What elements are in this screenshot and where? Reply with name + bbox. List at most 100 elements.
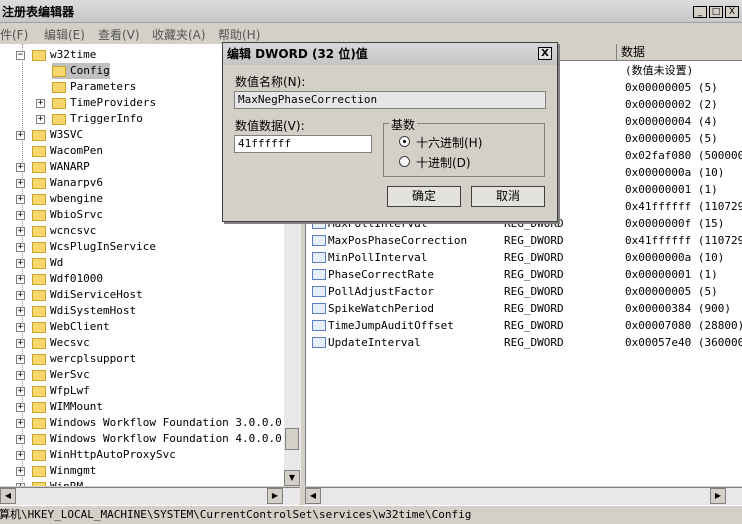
- scroll-right-icon[interactable]: ▶: [267, 488, 283, 504]
- expand-icon[interactable]: +: [36, 99, 45, 108]
- cancel-button[interactable]: 取消: [471, 186, 545, 207]
- expand-icon[interactable]: +: [16, 291, 25, 300]
- tree-item-label: Config: [70, 64, 110, 77]
- minimize-button[interactable]: _: [693, 6, 707, 18]
- reg-dword-icon: [312, 320, 326, 331]
- value-row[interactable]: PollAdjustFactor REG_DWORD 0x00000005 (5): [306, 283, 742, 300]
- tree-item[interactable]: + Wanarpv6: [16, 175, 103, 191]
- hex-label[interactable]: 十六进制(H): [416, 134, 482, 151]
- folder-icon: [32, 289, 46, 301]
- tree-item[interactable]: + WIMMount: [16, 399, 103, 415]
- value-row[interactable]: TimeJumpAuditOffset REG_DWORD 0x00007080 (…: [306, 317, 742, 334]
- value-row[interactable]: MaxPosPhaseCorrection REG_DWORD 0x41ffffff…: [306, 232, 742, 249]
- decimal-label[interactable]: 十进制(D): [416, 154, 471, 171]
- folder-icon: [32, 49, 46, 61]
- expand-icon[interactable]: +: [16, 451, 25, 460]
- expand-icon[interactable]: +: [16, 323, 25, 332]
- expand-icon[interactable]: +: [16, 419, 25, 428]
- menu-file[interactable]: 文件(F): [0, 26, 28, 43]
- tree-item[interactable]: + WinRM: [16, 479, 83, 486]
- value-type: REG_DWORD: [504, 302, 564, 315]
- tree-item[interactable]: + wcncsvc: [16, 223, 96, 239]
- tree-item[interactable]: + WerSvc: [16, 367, 90, 383]
- close-button[interactable]: X: [725, 6, 739, 18]
- tree-item[interactable]: + WdiSystemHost: [16, 303, 136, 319]
- decimal-radio[interactable]: [399, 156, 410, 167]
- value-data: 0x00000004 (4): [625, 115, 718, 128]
- expand-icon[interactable]: +: [16, 387, 25, 396]
- menu-view[interactable]: 查看(V): [98, 26, 140, 43]
- tree-item[interactable]: + Winmgmt: [16, 463, 96, 479]
- tree-item[interactable]: + Windows Workflow Foundation 4.0.0.0: [16, 431, 282, 447]
- tree-item[interactable]: Parameters: [52, 79, 136, 95]
- menu-edit[interactable]: 编辑(E): [44, 26, 85, 43]
- tree-scroll-thumb[interactable]: [285, 428, 299, 450]
- tree-item[interactable]: + TriggerInfo: [36, 111, 143, 127]
- tree-item[interactable]: + TimeProviders: [36, 95, 156, 111]
- tree-item[interactable]: + Windows Workflow Foundation 3.0.0.0: [16, 415, 282, 431]
- column-data-header[interactable]: 数据: [617, 44, 742, 61]
- tree-item[interactable]: + Wdf01000: [16, 271, 103, 287]
- scroll-left-icon[interactable]: ◀: [305, 488, 321, 504]
- expand-icon[interactable]: +: [16, 179, 25, 188]
- value-data-input[interactable]: 41ffffff: [234, 135, 372, 153]
- expand-icon[interactable]: +: [16, 243, 25, 252]
- folder-icon: [32, 353, 46, 365]
- expand-icon[interactable]: +: [16, 131, 25, 140]
- tree-item[interactable]: + WcsPlugInService: [16, 239, 156, 255]
- expand-icon[interactable]: +: [16, 467, 25, 476]
- expand-icon[interactable]: +: [16, 259, 25, 268]
- tree-item[interactable]: + WbioSrvc: [16, 207, 103, 223]
- edit-dword-dialog: 编辑 DWORD (32 位)值 X 数值名称(N): MaxNegPhaseC…: [222, 42, 558, 222]
- value-name: SpikeWatchPeriod: [328, 302, 434, 315]
- tree-item[interactable]: + WfpLwf: [16, 383, 90, 399]
- status-path: 计算机\HKEY_LOCAL_MACHINE\SYSTEM\CurrentCon…: [0, 508, 472, 521]
- expand-icon[interactable]: +: [16, 163, 25, 172]
- folder-icon: [32, 465, 46, 477]
- expand-icon[interactable]: +: [16, 355, 25, 364]
- expand-icon[interactable]: +: [16, 307, 25, 316]
- expand-icon[interactable]: +: [16, 275, 25, 284]
- value-name: PollAdjustFactor: [328, 285, 434, 298]
- expand-icon[interactable]: +: [36, 115, 45, 124]
- list-horizontal-scrollbar[interactable]: ◀ ▶: [305, 487, 742, 505]
- dialog-close-button[interactable]: X: [538, 47, 552, 60]
- tree-item-label: WbioSrvc: [50, 208, 103, 221]
- value-row[interactable]: SpikeWatchPeriod REG_DWORD 0x00000384 (900…: [306, 300, 742, 317]
- expand-icon[interactable]: +: [16, 483, 25, 486]
- tree-item[interactable]: − w32time: [16, 47, 97, 63]
- value-row[interactable]: MinPollInterval REG_DWORD 0x0000000a (10): [306, 249, 742, 266]
- hex-radio[interactable]: [399, 136, 410, 147]
- tree-item[interactable]: + WebClient: [16, 319, 110, 335]
- value-row[interactable]: PhaseCorrectRate REG_DWORD 0x00000001 (1): [306, 266, 742, 283]
- value-data: 0x00000384 (900): [625, 302, 731, 315]
- scroll-right-icon[interactable]: ▶: [710, 488, 726, 504]
- tree-item[interactable]: Config: [52, 63, 110, 79]
- menu-favorites[interactable]: 收藏夹(A): [152, 26, 206, 43]
- tree-item-label: w32time: [50, 48, 97, 61]
- expand-icon[interactable]: +: [16, 211, 25, 220]
- scroll-down-icon[interactable]: ▼: [284, 470, 300, 486]
- tree-item[interactable]: + WdiServiceHost: [16, 287, 143, 303]
- tree-item[interactable]: + wbengine: [16, 191, 103, 207]
- value-row[interactable]: UpdateInterval REG_DWORD 0x00057e40 (36000…: [306, 334, 742, 351]
- expand-icon[interactable]: +: [16, 435, 25, 444]
- scroll-left-icon[interactable]: ◀: [0, 488, 16, 504]
- tree-item[interactable]: + wercplsupport: [16, 351, 136, 367]
- tree-item[interactable]: + WANARP: [16, 159, 90, 175]
- maximize-button[interactable]: □: [709, 6, 723, 18]
- expand-icon[interactable]: +: [16, 371, 25, 380]
- tree-item[interactable]: + Wd: [16, 255, 63, 271]
- expand-icon[interactable]: +: [16, 339, 25, 348]
- expand-icon[interactable]: +: [16, 195, 25, 204]
- tree-item[interactable]: WacomPen: [32, 143, 103, 159]
- collapse-icon[interactable]: −: [16, 51, 25, 60]
- menu-help[interactable]: 帮助(H): [218, 26, 260, 43]
- tree-item[interactable]: + Wecsvc: [16, 335, 90, 351]
- ok-button[interactable]: 确定: [387, 186, 461, 207]
- tree-item[interactable]: + WinHttpAutoProxySvc: [16, 447, 176, 463]
- tree-item[interactable]: + W3SVC: [16, 127, 83, 143]
- tree-horizontal-scrollbar[interactable]: ◀ ▶: [0, 487, 300, 505]
- expand-icon[interactable]: +: [16, 403, 25, 412]
- expand-icon[interactable]: +: [16, 227, 25, 236]
